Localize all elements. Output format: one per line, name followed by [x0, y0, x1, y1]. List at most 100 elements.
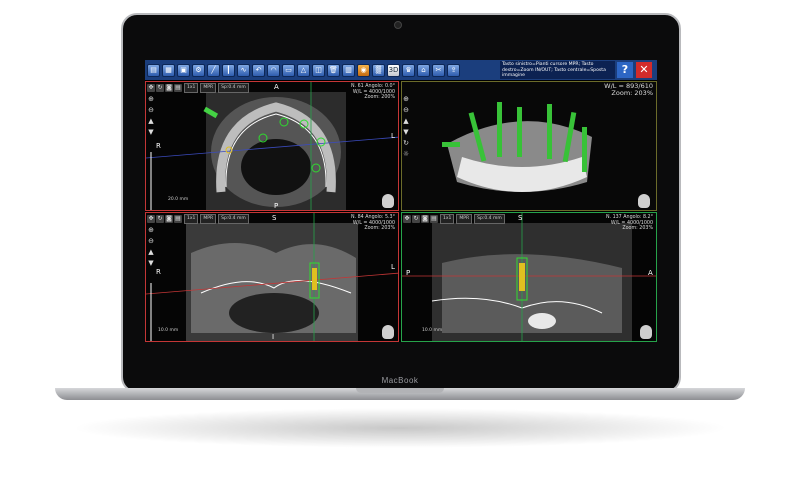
coronal-info: N. 84 Angolo: 5.3° W/L = 4000/1000 Zoom:…: [350, 215, 395, 232]
delete-icon[interactable]: 🗑: [327, 63, 340, 77]
arrow-up-icon[interactable]: ▲: [402, 117, 410, 125]
light-icon[interactable]: ☼: [402, 150, 410, 158]
orient-left: R: [156, 142, 161, 150]
coronal-toolbar: ✥ ↻ ◙ ▤ 1x1 MPR Sp:0.4 mm: [146, 213, 249, 224]
3d-icon[interactable]: ◉: [357, 63, 370, 77]
scale-bar: 10.0 mm: [422, 328, 443, 333]
slice-spacing-chip[interactable]: Sp:0.4 mm: [218, 82, 249, 93]
layout-icon[interactable]: ▤: [174, 83, 182, 92]
laptop-shadow: [70, 408, 730, 448]
orient-top: A: [274, 83, 279, 91]
layout-icon[interactable]: ▤: [174, 214, 182, 223]
measure-icon[interactable]: △: [297, 63, 310, 77]
orient-left: P: [406, 269, 411, 277]
layout-1x1-chip[interactable]: 1x1: [184, 213, 199, 224]
close-button[interactable]: ✕: [636, 62, 652, 78]
camera-icon[interactable]: ◙: [165, 214, 173, 223]
orient-right: L: [391, 132, 395, 140]
orient-top: S: [272, 214, 277, 222]
open-icon[interactable]: ▤: [147, 63, 160, 77]
move-icon[interactable]: ✥: [403, 214, 411, 223]
settings-icon[interactable]: ⚙: [192, 63, 205, 77]
zoom-in-icon[interactable]: ⊕: [147, 226, 155, 234]
move-icon[interactable]: ✥: [147, 214, 155, 223]
head-orientation-icon: [638, 194, 650, 208]
slice-spacing-chip[interactable]: Sp:0.4 mm: [218, 213, 249, 224]
ruler-icon[interactable]: ╱: [207, 63, 220, 77]
arrow-up-icon[interactable]: ▲: [147, 248, 155, 256]
save-icon[interactable]: ▦: [162, 63, 175, 77]
scale-bar: 20.0 mm: [168, 197, 189, 202]
render3d-image: [402, 82, 656, 210]
arrow-down-icon[interactable]: ▼: [147, 128, 155, 136]
coronal-side-tools: ⊕ ⊖ ▲ ▼: [147, 226, 155, 270]
axial-image: [146, 82, 398, 210]
status-hint: Tasto sinistro=Pianti cursore MPR; Tasto…: [500, 61, 615, 79]
reset-icon[interactable]: ↻: [412, 214, 420, 223]
print-icon[interactable]: ▣: [177, 63, 190, 77]
orient-right: A: [648, 269, 653, 277]
volume-icon[interactable]: ◫: [312, 63, 325, 77]
orient-right: L: [391, 263, 395, 271]
guide-icon[interactable]: ⌂: [417, 63, 430, 77]
head-orientation-icon: [640, 325, 652, 339]
arrow-down-icon[interactable]: ▼: [402, 128, 410, 136]
reset-icon[interactable]: ↻: [156, 83, 164, 92]
axial-viewport[interactable]: ✥ ↻ ◙ ▤ 1x1 MPR Sp:0.4 mm ⊕ ⊖ ▲ ▼ N. 61 …: [145, 81, 399, 211]
sagittal-viewport[interactable]: ✥ ↻ ◙ ▤ 1x1 MPR Sp:0.4 mm N. 137 Angolo:…: [401, 212, 657, 342]
implant-icon[interactable]: ┃: [222, 63, 235, 77]
layout-icon[interactable]: ▤: [430, 214, 438, 223]
mpr-chip[interactable]: MPR: [456, 213, 473, 224]
render-icon[interactable]: ▥: [342, 63, 355, 77]
slice-spacing-chip[interactable]: Sp:0.4 mm: [474, 213, 505, 224]
axial-toolbar: ✥ ↻ ◙ ▤ 1x1 MPR Sp:0.4 mm: [146, 82, 249, 93]
move-icon[interactable]: ✥: [147, 83, 155, 92]
webcam: [394, 21, 402, 29]
scissors-icon[interactable]: ✂: [432, 63, 445, 77]
axial-side-tools: ⊕ ⊖ ▲ ▼: [147, 95, 155, 139]
arrow-up-icon[interactable]: ▲: [147, 117, 155, 125]
zoom-out-icon[interactable]: ⊖: [147, 106, 155, 114]
head-orientation-icon: [382, 194, 394, 208]
brand-label: MacBook: [381, 376, 419, 385]
help-button[interactable]: ?: [617, 62, 633, 78]
export-icon[interactable]: ⇪: [447, 63, 460, 77]
zoom-out-icon[interactable]: ⊖: [147, 237, 155, 245]
sagittal-toolbar: ✥ ↻ ◙ ▤ 1x1 MPR Sp:0.4 mm: [402, 213, 505, 224]
layout-1x1-chip[interactable]: 1x1: [184, 82, 199, 93]
scale-bar: 10.0 mm: [158, 328, 179, 333]
zoom-in-icon[interactable]: ⊕: [147, 95, 155, 103]
panoramic-icon[interactable]: ◠: [267, 63, 280, 77]
tooth-icon[interactable]: 3D: [387, 63, 400, 77]
mpr-chip[interactable]: MPR: [200, 213, 217, 224]
sagittal-info: N. 137 Angolo: 8.2° W/L = 4000/1000 Zoom…: [605, 215, 653, 232]
coronal-viewport[interactable]: ✥ ↻ ◙ ▤ 1x1 MPR Sp:0.4 mm ⊕ ⊖ ▲ ▼ N. 84 …: [145, 212, 399, 342]
render3d-side-tools: ⊕ ⊖ ▲ ▼ ↻ ☼: [402, 95, 410, 161]
app-screen: ▤ ▦ ▣ ⚙ ╱ ┃ ∿ ↶ ◠ ▭ △ ◫ 🗑 ▥ ◉ ▒ 3D ♛ ⌂ ✂…: [145, 60, 657, 342]
orient-bottom: I: [272, 333, 275, 341]
laptop-notch: [356, 388, 444, 393]
camera-icon[interactable]: ◙: [165, 83, 173, 92]
crown-icon[interactable]: ♛: [402, 63, 415, 77]
coronal-image: [146, 213, 398, 341]
zoom-out-icon[interactable]: ⊖: [402, 106, 410, 114]
orient-left: R: [156, 268, 161, 276]
axial-info: N. 61 Angolo: 0.0° W/L = 4000/1000 Zoom:…: [350, 84, 395, 101]
nerve-icon[interactable]: ∿: [237, 63, 250, 77]
render3d-viewport[interactable]: ⊕ ⊖ ▲ ▼ ↻ ☼ W/L = 893/610 Zoom: 203%: [401, 81, 657, 211]
sagittal-image: [402, 213, 656, 341]
camera-icon[interactable]: ◙: [421, 214, 429, 223]
mpr-chip[interactable]: MPR: [200, 82, 217, 93]
arrow-down-icon[interactable]: ▼: [147, 259, 155, 267]
layout-1x1-chip[interactable]: 1x1: [440, 213, 455, 224]
cut-icon[interactable]: ▭: [282, 63, 295, 77]
zoom-in-icon[interactable]: ⊕: [402, 95, 410, 103]
render3d-info: W/L = 893/610 Zoom: 203%: [604, 82, 653, 97]
head-orientation-icon: [382, 325, 394, 339]
orient-bottom: P: [274, 202, 279, 210]
mpr-icon[interactable]: ▒: [372, 63, 385, 77]
undo-icon[interactable]: ↶: [252, 63, 265, 77]
reset-icon[interactable]: ↻: [156, 214, 164, 223]
rotate-icon[interactable]: ↻: [402, 139, 410, 147]
orient-top: S: [518, 214, 523, 222]
